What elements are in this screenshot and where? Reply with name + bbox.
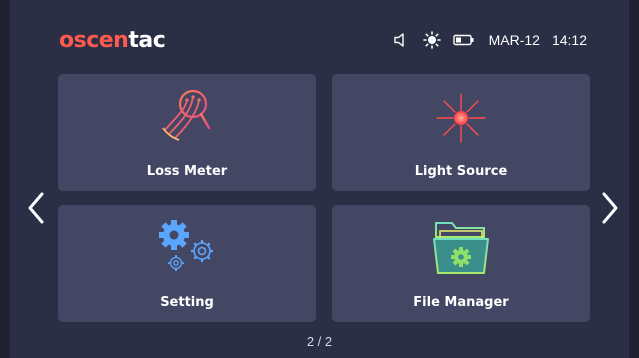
next-page-button[interactable] [598, 188, 622, 228]
chevron-right-icon [602, 192, 618, 224]
file-manager-tile[interactable]: File Manager [332, 205, 590, 322]
gears-icon [152, 217, 222, 284]
loss-meter-tile[interactable]: Loss Meter [58, 74, 316, 191]
top-bar: oscentac MAR-12 14:12 [10, 0, 629, 72]
brightness-icon[interactable] [422, 31, 441, 49]
setting-tile[interactable]: Setting [58, 205, 316, 322]
chevron-left-icon [28, 192, 44, 224]
brand-logo: oscentac [59, 28, 166, 53]
date-text: MAR-12 [488, 32, 540, 48]
battery-icon [452, 34, 474, 46]
light-source-tile[interactable]: Light Source [332, 74, 590, 191]
loss-meter-icon [155, 84, 219, 153]
previous-page-button[interactable] [24, 188, 48, 228]
speaker-icon[interactable] [393, 32, 411, 48]
folder-gear-icon [430, 217, 492, 284]
light-source-icon [431, 90, 491, 151]
file-manager-label: File Manager [413, 295, 509, 310]
light-source-label: Light Source [414, 164, 508, 179]
time-text: 14:12 [551, 32, 587, 48]
status-bar: MAR-12 14:12 [393, 31, 587, 49]
setting-label: Setting [160, 295, 214, 310]
loss-meter-label: Loss Meter [146, 164, 228, 179]
page-indicator: 2 / 2 [306, 334, 333, 349]
home-screen: oscentac MAR-12 14:12 Loss Meter Light S… [0, 0, 639, 358]
